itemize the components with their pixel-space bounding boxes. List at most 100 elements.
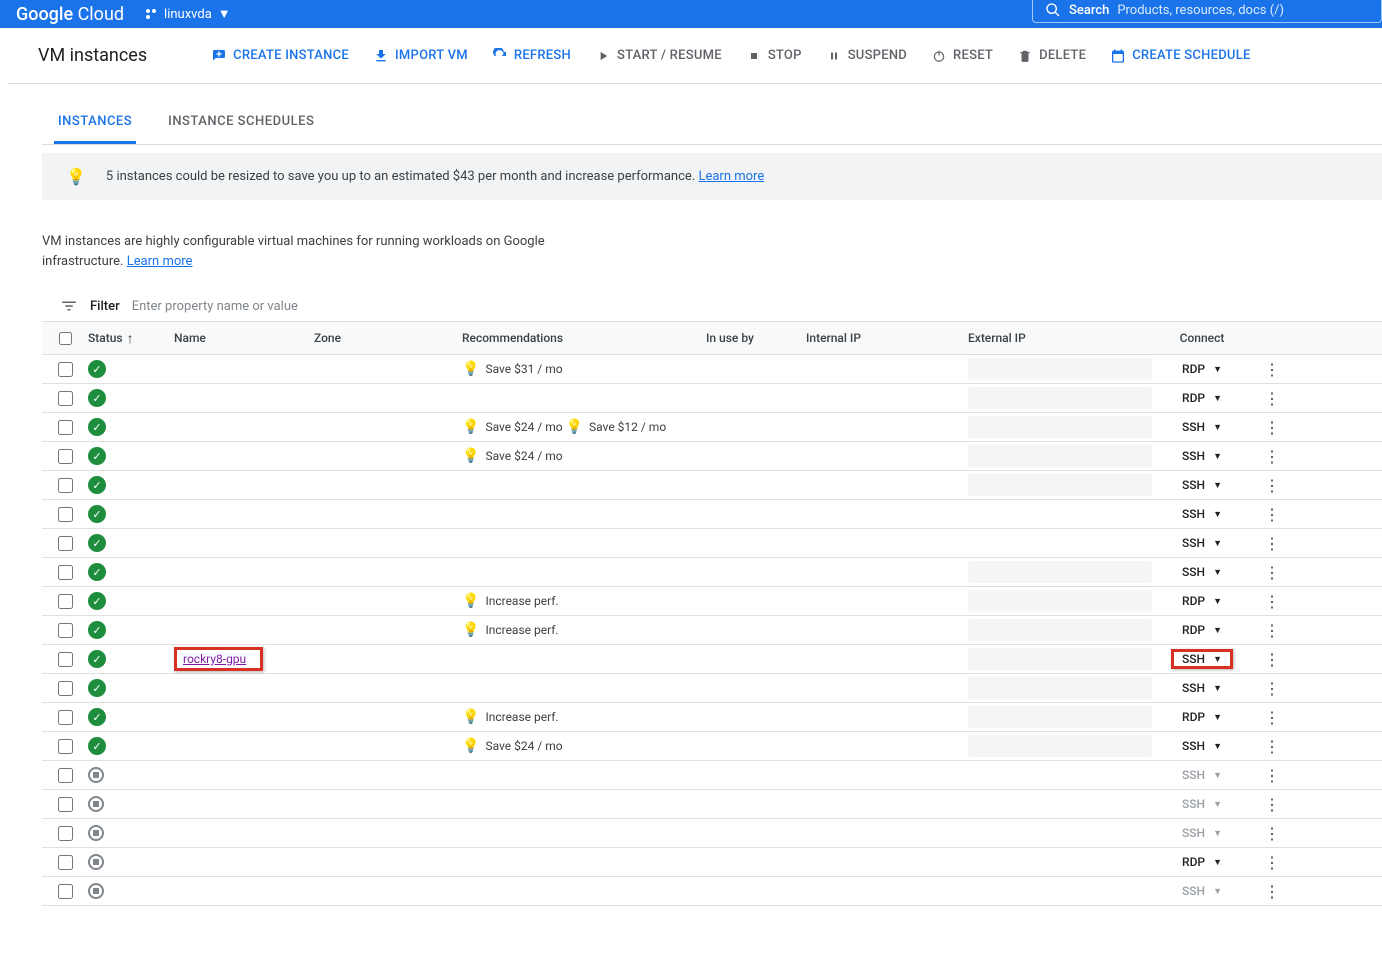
more-actions-icon[interactable]: ⋮ (1264, 766, 1280, 785)
chevron-down-icon: ▼ (1213, 567, 1222, 578)
recommendation-chip[interactable]: 💡Save $12 / mo (566, 419, 667, 435)
row-checkbox[interactable] (58, 536, 73, 551)
col-connect[interactable]: Connect (1152, 331, 1252, 345)
delete-button[interactable]: DELETE (1017, 48, 1086, 64)
search-box[interactable]: Search (1032, 0, 1382, 23)
status-running-icon: ✓ (88, 592, 106, 610)
row-checkbox[interactable] (58, 507, 73, 522)
connect-button[interactable]: RDP ▼ (1178, 621, 1226, 639)
row-checkbox[interactable] (58, 710, 73, 725)
connect-button[interactable]: SSH ▼ (1178, 679, 1226, 697)
desc-link[interactable]: Learn more (127, 254, 193, 269)
connect-button[interactable]: SSH ▼ (1178, 882, 1226, 900)
more-actions-icon[interactable]: ⋮ (1264, 650, 1280, 669)
row-checkbox[interactable] (58, 478, 73, 493)
banner-link[interactable]: Learn more (698, 169, 764, 184)
row-checkbox[interactable] (58, 565, 73, 580)
filter-input[interactable] (132, 299, 432, 314)
connect-button[interactable]: RDP ▼ (1178, 708, 1226, 726)
more-actions-icon[interactable]: ⋮ (1264, 621, 1280, 640)
row-checkbox[interactable] (58, 449, 73, 464)
col-name[interactable]: Name (174, 331, 314, 345)
more-actions-icon[interactable]: ⋮ (1264, 563, 1280, 582)
refresh-button[interactable]: REFRESH (492, 48, 571, 64)
more-actions-icon[interactable]: ⋮ (1264, 534, 1280, 553)
suspend-button[interactable]: SUSPEND (826, 48, 907, 64)
more-actions-icon[interactable]: ⋮ (1264, 824, 1280, 843)
page-title: VM instances (38, 45, 147, 66)
create-instance-button[interactable]: CREATE INSTANCE (211, 48, 349, 64)
row-checkbox[interactable] (58, 768, 73, 783)
recommendation-chip[interactable]: 💡Increase perf. (462, 622, 559, 638)
more-actions-icon[interactable]: ⋮ (1264, 882, 1280, 901)
cloud-logo[interactable]: Google Cloud (16, 4, 124, 25)
connect-button[interactable]: SSH ▼ (1178, 563, 1226, 581)
status-stopped-icon (88, 883, 104, 899)
more-actions-icon[interactable]: ⋮ (1264, 708, 1280, 727)
connect-button[interactable]: SSH ▼ (1178, 447, 1226, 465)
col-inuse[interactable]: In use by (706, 331, 806, 345)
row-checkbox[interactable] (58, 362, 73, 377)
more-actions-icon[interactable]: ⋮ (1264, 505, 1280, 524)
col-internal-ip[interactable]: Internal IP (806, 331, 968, 345)
more-actions-icon[interactable]: ⋮ (1264, 389, 1280, 408)
table-row: SSH ▼ ⋮ (42, 761, 1382, 790)
connect-button[interactable]: SSH ▼ (1178, 795, 1226, 813)
start-button[interactable]: START / RESUME (595, 48, 722, 64)
more-actions-icon[interactable]: ⋮ (1264, 795, 1280, 814)
recommendation-chip[interactable]: 💡Save $24 / mo (462, 738, 563, 754)
connect-button[interactable]: SSH ▼ (1178, 766, 1226, 784)
more-actions-icon[interactable]: ⋮ (1264, 737, 1280, 756)
connect-button[interactable]: SSH ▼ (1178, 824, 1226, 842)
more-actions-icon[interactable]: ⋮ (1264, 476, 1280, 495)
more-actions-icon[interactable]: ⋮ (1264, 360, 1280, 379)
create-schedule-button[interactable]: CREATE SCHEDULE (1110, 48, 1250, 64)
recommendation-chip[interactable]: 💡Increase perf. (462, 593, 559, 609)
connect-button[interactable]: SSH ▼ (1178, 737, 1226, 755)
tab-instances[interactable]: INSTANCES (54, 104, 136, 144)
vm-table: Status ↑ Name Zone Recommendations In us… (42, 321, 1382, 906)
search-input[interactable] (1117, 3, 1369, 18)
connect-button[interactable]: SSH ▼ (1178, 476, 1226, 494)
row-checkbox[interactable] (58, 681, 73, 696)
more-actions-icon[interactable]: ⋮ (1264, 679, 1280, 698)
row-checkbox[interactable] (58, 884, 73, 899)
tab-schedules[interactable]: INSTANCE SCHEDULES (164, 104, 318, 144)
connect-button[interactable]: RDP ▼ (1178, 853, 1226, 871)
more-actions-icon[interactable]: ⋮ (1264, 447, 1280, 466)
connect-button[interactable]: SSH ▼ (1178, 505, 1226, 523)
connect-button[interactable]: RDP ▼ (1178, 389, 1226, 407)
col-status[interactable]: Status ↑ (88, 330, 174, 347)
row-checkbox[interactable] (58, 391, 73, 406)
import-vm-button[interactable]: IMPORT VM (373, 48, 468, 64)
recommendation-chip[interactable]: 💡Increase perf. (462, 709, 559, 725)
select-all-checkbox[interactable] (59, 332, 72, 345)
connect-button[interactable]: RDP ▼ (1178, 360, 1226, 378)
stop-button[interactable]: STOP (746, 48, 802, 64)
connect-button[interactable]: RDP ▼ (1178, 592, 1226, 610)
recommendation-chip[interactable]: 💡Save $24 / mo (462, 419, 563, 435)
row-checkbox[interactable] (58, 420, 73, 435)
more-actions-icon[interactable]: ⋮ (1264, 592, 1280, 611)
row-checkbox[interactable] (58, 652, 73, 667)
row-checkbox[interactable] (58, 826, 73, 841)
more-actions-icon[interactable]: ⋮ (1264, 853, 1280, 872)
connect-button[interactable]: SSH ▼ (1178, 650, 1226, 668)
col-external-ip[interactable]: External IP (968, 331, 1152, 345)
row-checkbox[interactable] (58, 739, 73, 754)
col-recommendations[interactable]: Recommendations (462, 331, 706, 345)
row-checkbox[interactable] (58, 594, 73, 609)
vm-name-link[interactable]: rockry8-gpu (174, 647, 263, 671)
project-picker[interactable]: linuxvda ▼ (144, 6, 231, 22)
col-zone[interactable]: Zone (314, 331, 462, 345)
table-header: Status ↑ Name Zone Recommendations In us… (42, 321, 1382, 355)
more-actions-icon[interactable]: ⋮ (1264, 418, 1280, 437)
row-checkbox[interactable] (58, 797, 73, 812)
connect-button[interactable]: SSH ▼ (1178, 534, 1226, 552)
row-checkbox[interactable] (58, 855, 73, 870)
connect-button[interactable]: SSH ▼ (1178, 418, 1226, 436)
reset-button[interactable]: RESET (931, 48, 993, 64)
recommendation-chip[interactable]: 💡Save $31 / mo (462, 361, 563, 377)
recommendation-chip[interactable]: 💡Save $24 / mo (462, 448, 563, 464)
row-checkbox[interactable] (58, 623, 73, 638)
